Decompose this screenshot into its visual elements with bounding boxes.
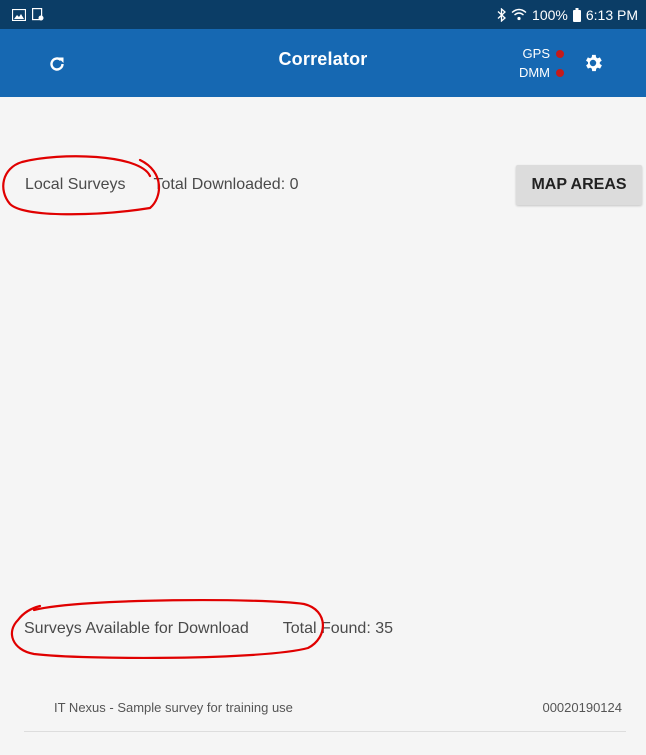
battery-percent: 100% bbox=[532, 6, 568, 23]
settings-button[interactable] bbox=[578, 48, 608, 78]
battery-icon bbox=[572, 7, 581, 22]
wifi-icon bbox=[511, 8, 527, 21]
gps-indicator: GPS bbox=[500, 44, 564, 63]
annotation-circle-available-surveys bbox=[10, 598, 324, 660]
gps-label: GPS bbox=[522, 46, 550, 61]
status-left-icons bbox=[12, 8, 44, 21]
notification-icon bbox=[32, 8, 44, 21]
dmm-indicator: DMM bbox=[500, 63, 564, 82]
survey-list-item[interactable]: IT Nexus - Sample survey for training us… bbox=[24, 684, 626, 732]
survey-id: 00020190124 bbox=[542, 700, 622, 715]
gps-status-dot bbox=[556, 49, 564, 58]
status-right-icons: 100% 6:13 PM bbox=[497, 7, 638, 23]
dmm-label: DMM bbox=[518, 65, 550, 80]
bluetooth-icon bbox=[497, 7, 507, 22]
connection-indicators: GPS DMM bbox=[500, 44, 564, 82]
annotation-circle-local-surveys bbox=[2, 155, 161, 216]
app-bar: Correlator GPS DMM bbox=[0, 29, 646, 97]
gear-icon bbox=[586, 54, 602, 72]
map-areas-button[interactable]: MAP AREAS bbox=[516, 165, 642, 205]
status-bar: 100% 6:13 PM bbox=[0, 0, 646, 29]
dmm-status-dot bbox=[556, 68, 564, 77]
gallery-icon bbox=[12, 8, 26, 21]
status-time: 6:13 PM bbox=[585, 6, 638, 23]
available-surveys-list: IT Nexus - Sample survey for training us… bbox=[24, 684, 626, 732]
survey-name: IT Nexus - Sample survey for training us… bbox=[54, 700, 293, 715]
